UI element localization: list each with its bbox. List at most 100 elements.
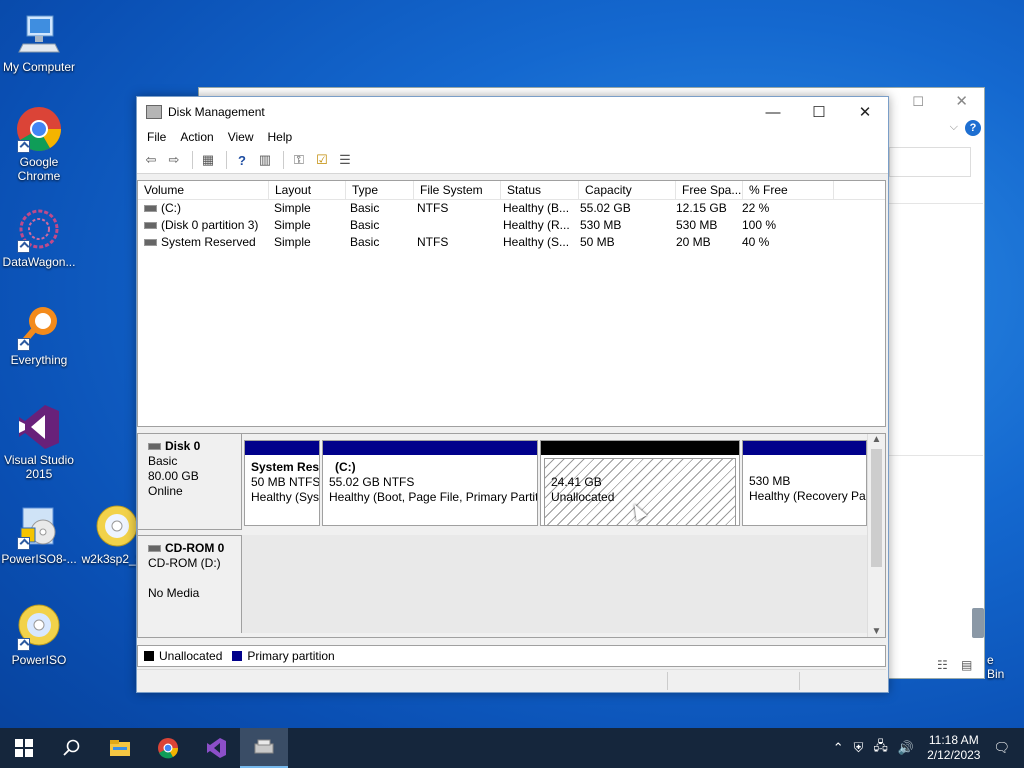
chevron-up-icon[interactable]: ⌃ <box>833 740 844 756</box>
volume-list-header: Volume Layout Type File System Status Ca… <box>138 181 885 200</box>
legend: Unallocated Primary partition <box>137 645 886 667</box>
column-header-layout[interactable]: Layout <box>269 181 346 199</box>
legend-swatch-unallocated <box>144 651 154 661</box>
connect-key-icon[interactable]: ⚿ <box>289 151 309 169</box>
minimize-button[interactable]: — <box>750 97 796 127</box>
details-view-icon[interactable]: ☷ <box>937 658 948 672</box>
partition-size: 50 MB NTFS <box>251 475 319 489</box>
desktop-icon-poweriso[interactable]: PowerISO <box>0 603 78 667</box>
desktop-icon-label: PowerISO <box>11 653 67 667</box>
disk-management-window[interactable]: Disk Management — ☐ ✕ File Action View H… <box>136 96 889 693</box>
file-explorer-icon[interactable] <box>96 728 144 768</box>
column-header-capacity[interactable]: Capacity <box>579 181 676 199</box>
menu-action[interactable]: Action <box>173 130 220 144</box>
scroll-down-icon[interactable]: ▼ <box>868 626 885 637</box>
volume-icon[interactable]: 🔊 <box>898 740 914 756</box>
background-search-box[interactable] <box>889 147 971 177</box>
primary-partition-bar <box>323 441 537 455</box>
chrome-icon <box>15 105 63 153</box>
table-row[interactable]: (C:) Simple Basic NTFS Healthy (B... 55.… <box>138 200 885 217</box>
cdrom-0-area[interactable] <box>242 535 870 633</box>
shortcut-arrow-icon <box>17 338 30 351</box>
partition-recovery[interactable]: 530 MB Healthy (Recovery Pa <box>742 440 867 526</box>
back-arrow-icon[interactable]: ⇦ <box>141 151 161 169</box>
chevron-down-icon[interactable]: ⌵ <box>950 121 958 134</box>
title-bar[interactable]: Disk Management — ☐ ✕ <box>137 97 888 127</box>
column-header-file-system[interactable]: File System <box>414 181 501 199</box>
status-divider <box>667 672 668 690</box>
volume-file-system: NTFS <box>417 235 449 249</box>
start-windows-icon[interactable] <box>0 728 48 768</box>
table-row[interactable]: System Reserved Simple Basic NTFS Health… <box>138 234 885 251</box>
help-icon[interactable]: ? <box>965 120 981 136</box>
menu-help[interactable]: Help <box>261 130 300 144</box>
disk-icon <box>148 443 161 451</box>
column-header-percent-free[interactable]: % Free <box>743 181 834 199</box>
disk-0-label[interactable]: Disk 0 Basic 80.00 GB Online <box>138 434 242 530</box>
toolbar-separator <box>283 151 284 169</box>
volume-type: Basic <box>350 218 380 232</box>
table-row[interactable]: (Disk 0 partition 3) Simple Basic Health… <box>138 217 885 234</box>
disk-management-taskbar-icon[interactable] <box>240 728 288 768</box>
show-hide-console-tree-icon[interactable]: ▦ <box>198 151 218 169</box>
clock[interactable]: 11:18 AM 2/12/2023 <box>927 733 980 763</box>
column-header-volume[interactable]: Volume <box>138 181 269 199</box>
show-action-pane-icon[interactable]: ▥ <box>255 151 275 169</box>
chrome-icon[interactable] <box>144 728 192 768</box>
volume-layout: Simple <box>274 218 311 232</box>
maximize-button[interactable]: ☐ <box>796 97 842 127</box>
notifications-icon[interactable]: 🗨 <box>993 740 1010 756</box>
shortcut-arrow-icon <box>17 240 30 253</box>
background-divider <box>889 203 983 204</box>
column-header-free-space[interactable]: Free Spa... <box>676 181 743 199</box>
security-center-icon[interactable]: ⛨ <box>854 740 864 756</box>
status-bar <box>137 669 886 692</box>
partition-c-drive[interactable]: (C:) 55.02 GB NTFS Healthy (Boot, Page F… <box>322 440 538 526</box>
partition-size: 530 MB <box>749 474 791 488</box>
partition-size: 24.41 GB <box>551 475 602 489</box>
forward-arrow-icon[interactable]: ⇨ <box>164 151 184 169</box>
menu-file[interactable]: File <box>140 130 173 144</box>
disk-graphical-view[interactable]: Disk 0 Basic 80.00 GB Online System Res … <box>137 433 886 638</box>
partition-system-reserved[interactable]: System Res 50 MB NTFS Healthy (Sys <box>244 440 320 526</box>
menu-view[interactable]: View <box>221 130 261 144</box>
partition-status: Healthy (Recovery Pa <box>749 489 866 503</box>
desktop-icon-poweriso-installer[interactable]: PowerISO8-... <box>0 502 78 566</box>
desktop-icon-everything[interactable]: Everything <box>0 303 78 367</box>
cdrom-0-media: No Media <box>148 586 200 600</box>
shortcut-arrow-icon <box>17 140 30 153</box>
background-close-icon[interactable]: ✕ <box>955 92 968 110</box>
properties-list-icon[interactable]: ☰ <box>335 151 355 169</box>
network-icon[interactable]: 🖧 <box>873 737 888 759</box>
volume-free-space: 20 MB <box>676 235 711 249</box>
cdrom-0-label[interactable]: CD-ROM 0 CD-ROM (D:) No Media <box>138 535 242 633</box>
column-header-status[interactable]: Status <box>501 181 579 199</box>
volume-type: Basic <box>350 235 380 249</box>
search-icon[interactable] <box>48 728 96 768</box>
desktop-icon-google-chrome[interactable]: Google Chrome <box>0 105 78 183</box>
background-maximize-icon[interactable]: ☐ <box>912 94 924 110</box>
volume-disk-icon <box>144 222 157 230</box>
taskbar: ⌃ ⛨ 🖧 🔊 11:18 AM 2/12/2023 🗨 <box>0 728 1024 768</box>
tiles-view-icon[interactable]: ▤ <box>961 658 972 672</box>
volume-list[interactable]: Volume Layout Type File System Status Ca… <box>137 180 886 427</box>
system-tray: ⌃ ⛨ 🖧 🔊 11:18 AM 2/12/2023 🗨 <box>828 728 1024 768</box>
column-header-type[interactable]: Type <box>346 181 414 199</box>
desktop-icon-visual-studio[interactable]: Visual Studio 2015 <box>0 403 78 481</box>
scroll-up-icon[interactable]: ▲ <box>868 434 885 445</box>
desktop-icon-datawagon[interactable]: DataWagon... <box>0 205 78 269</box>
visual-studio-icon[interactable] <box>192 728 240 768</box>
clock-time: 11:18 AM <box>928 733 979 747</box>
legend-unallocated: Unallocated <box>159 649 223 663</box>
legend-swatch-primary <box>232 651 243 661</box>
disk-pane-scrollbar[interactable]: ▲ ▼ <box>867 434 885 637</box>
help-book-icon[interactable]: ? <box>232 151 252 169</box>
recycle-bin-icon <box>972 608 984 638</box>
scrollbar-thumb[interactable] <box>871 449 882 567</box>
volume-free-space: 530 MB <box>676 218 718 232</box>
check-properties-icon[interactable]: ☑ <box>312 151 332 169</box>
volume-type: Basic <box>350 201 380 215</box>
close-button[interactable]: ✕ <box>842 97 888 127</box>
desktop-icon-my-computer[interactable]: My Computer <box>0 10 78 74</box>
